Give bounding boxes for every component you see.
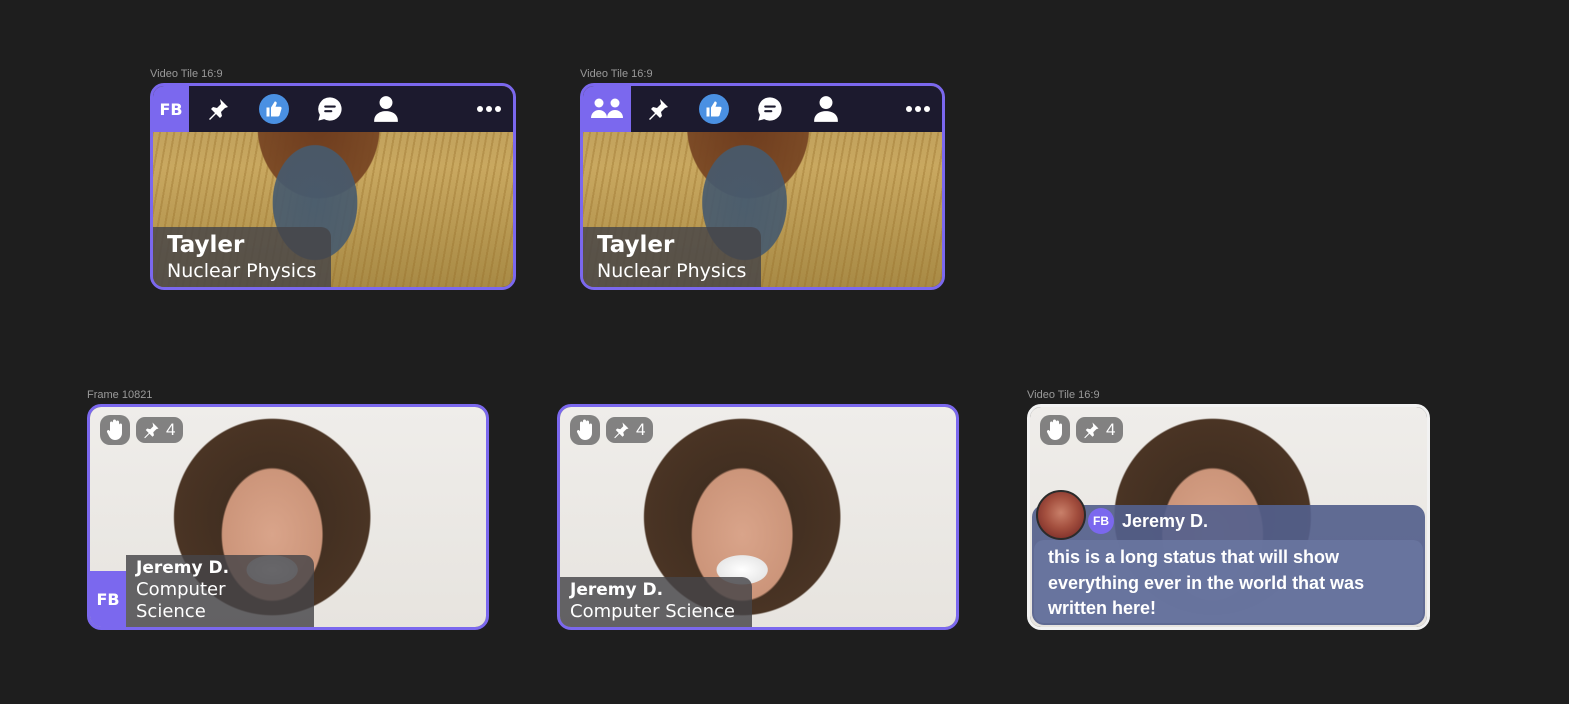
like-button[interactable]: [699, 94, 729, 124]
thumbs-up-icon: [706, 101, 722, 117]
profile-button[interactable]: [371, 94, 401, 124]
chat-icon: [758, 97, 782, 121]
participant-name: Jeremy D.: [136, 558, 230, 578]
tile-toolbar: FB: [153, 86, 513, 132]
person-icon: [374, 96, 398, 122]
status-chips: 4: [1040, 415, 1124, 445]
participant-name: Tayler: [597, 232, 675, 258]
pin-icon: [649, 99, 668, 120]
status-author: Jeremy D.: [1122, 510, 1209, 531]
participant-subtitle: Nuclear Physics: [167, 260, 317, 282]
fb-badge: FB: [90, 571, 126, 627]
person-icon: [814, 96, 838, 122]
more-button[interactable]: [477, 100, 501, 118]
more-icon: [477, 106, 501, 112]
participant-subtitle: Nuclear Physics: [597, 260, 747, 282]
video-tile-jeremy-status[interactable]: 4 FB Jeremy D. this is a long status tha…: [1027, 404, 1430, 630]
hand-icon: [106, 419, 122, 440]
group-badge: [583, 86, 631, 132]
chat-button[interactable]: [755, 94, 785, 124]
more-icon: [906, 106, 930, 112]
fb-badge: FB: [1088, 508, 1114, 534]
fb-badge: FB: [153, 86, 189, 132]
raise-hand-button[interactable]: [1040, 415, 1070, 445]
pin-count-chip[interactable]: 4: [1076, 417, 1124, 443]
more-button[interactable]: [906, 100, 930, 118]
participant-name: Tayler: [167, 232, 245, 258]
thumbs-up-icon: [266, 101, 282, 117]
hand-icon: [1046, 419, 1062, 440]
status-header: FB Jeremy D.: [1088, 508, 1208, 534]
participant-label: Tayler Nuclear Physics: [583, 227, 761, 287]
pin-count: 4: [636, 420, 646, 439]
chat-button[interactable]: [315, 94, 345, 124]
pin-button[interactable]: [643, 94, 673, 124]
participant-subtitle: Computer Science: [136, 579, 226, 622]
pin-count: 4: [1106, 420, 1116, 439]
participant-label: Jeremy D. Computer Science: [126, 555, 314, 627]
tile-toolbar: [583, 86, 942, 132]
status-card: FB Jeremy D. this is a long status that …: [1032, 505, 1425, 625]
video-tile-jeremy[interactable]: 4 Jeremy D. Computer Science: [557, 404, 959, 630]
avatar: [1036, 490, 1086, 540]
status-chips: 4: [100, 415, 184, 445]
like-button[interactable]: [259, 94, 289, 124]
pin-count-chip[interactable]: 4: [606, 417, 654, 443]
group-icon: [591, 98, 623, 118]
video-tile-jeremy-fb[interactable]: 4 FB Jeremy D. Computer Science: [87, 404, 489, 630]
frame-label: Video Tile 16:9: [580, 68, 653, 80]
pin-icon: [144, 422, 159, 439]
status-message: this is a long status that will show eve…: [1034, 540, 1423, 623]
pin-icon: [209, 99, 228, 120]
participant-name: Jeremy D.: [570, 580, 664, 600]
frame-label: Video Tile 16:9: [1027, 389, 1100, 401]
raise-hand-button[interactable]: [100, 415, 130, 445]
pin-count: 4: [166, 420, 176, 439]
pin-icon: [1084, 422, 1099, 439]
chat-icon: [318, 97, 342, 121]
hand-icon: [576, 419, 592, 440]
profile-button[interactable]: [811, 94, 841, 124]
participant-label: Tayler Nuclear Physics: [153, 227, 331, 287]
participant-label: Jeremy D. Computer Science: [560, 577, 752, 627]
video-tile-tayler-fb[interactable]: FB Tayler Nuclear Physics: [150, 83, 516, 290]
pin-count-chip[interactable]: 4: [136, 417, 184, 443]
pin-icon: [614, 422, 629, 439]
status-chips: 4: [570, 415, 654, 445]
frame-label: Video Tile 16:9: [150, 68, 223, 80]
video-tile-tayler-group[interactable]: Tayler Nuclear Physics: [580, 83, 945, 290]
pin-button[interactable]: [203, 94, 233, 124]
frame-label: Frame 10821: [87, 389, 153, 401]
raise-hand-button[interactable]: [570, 415, 600, 445]
participant-subtitle: Computer Science: [570, 601, 735, 622]
